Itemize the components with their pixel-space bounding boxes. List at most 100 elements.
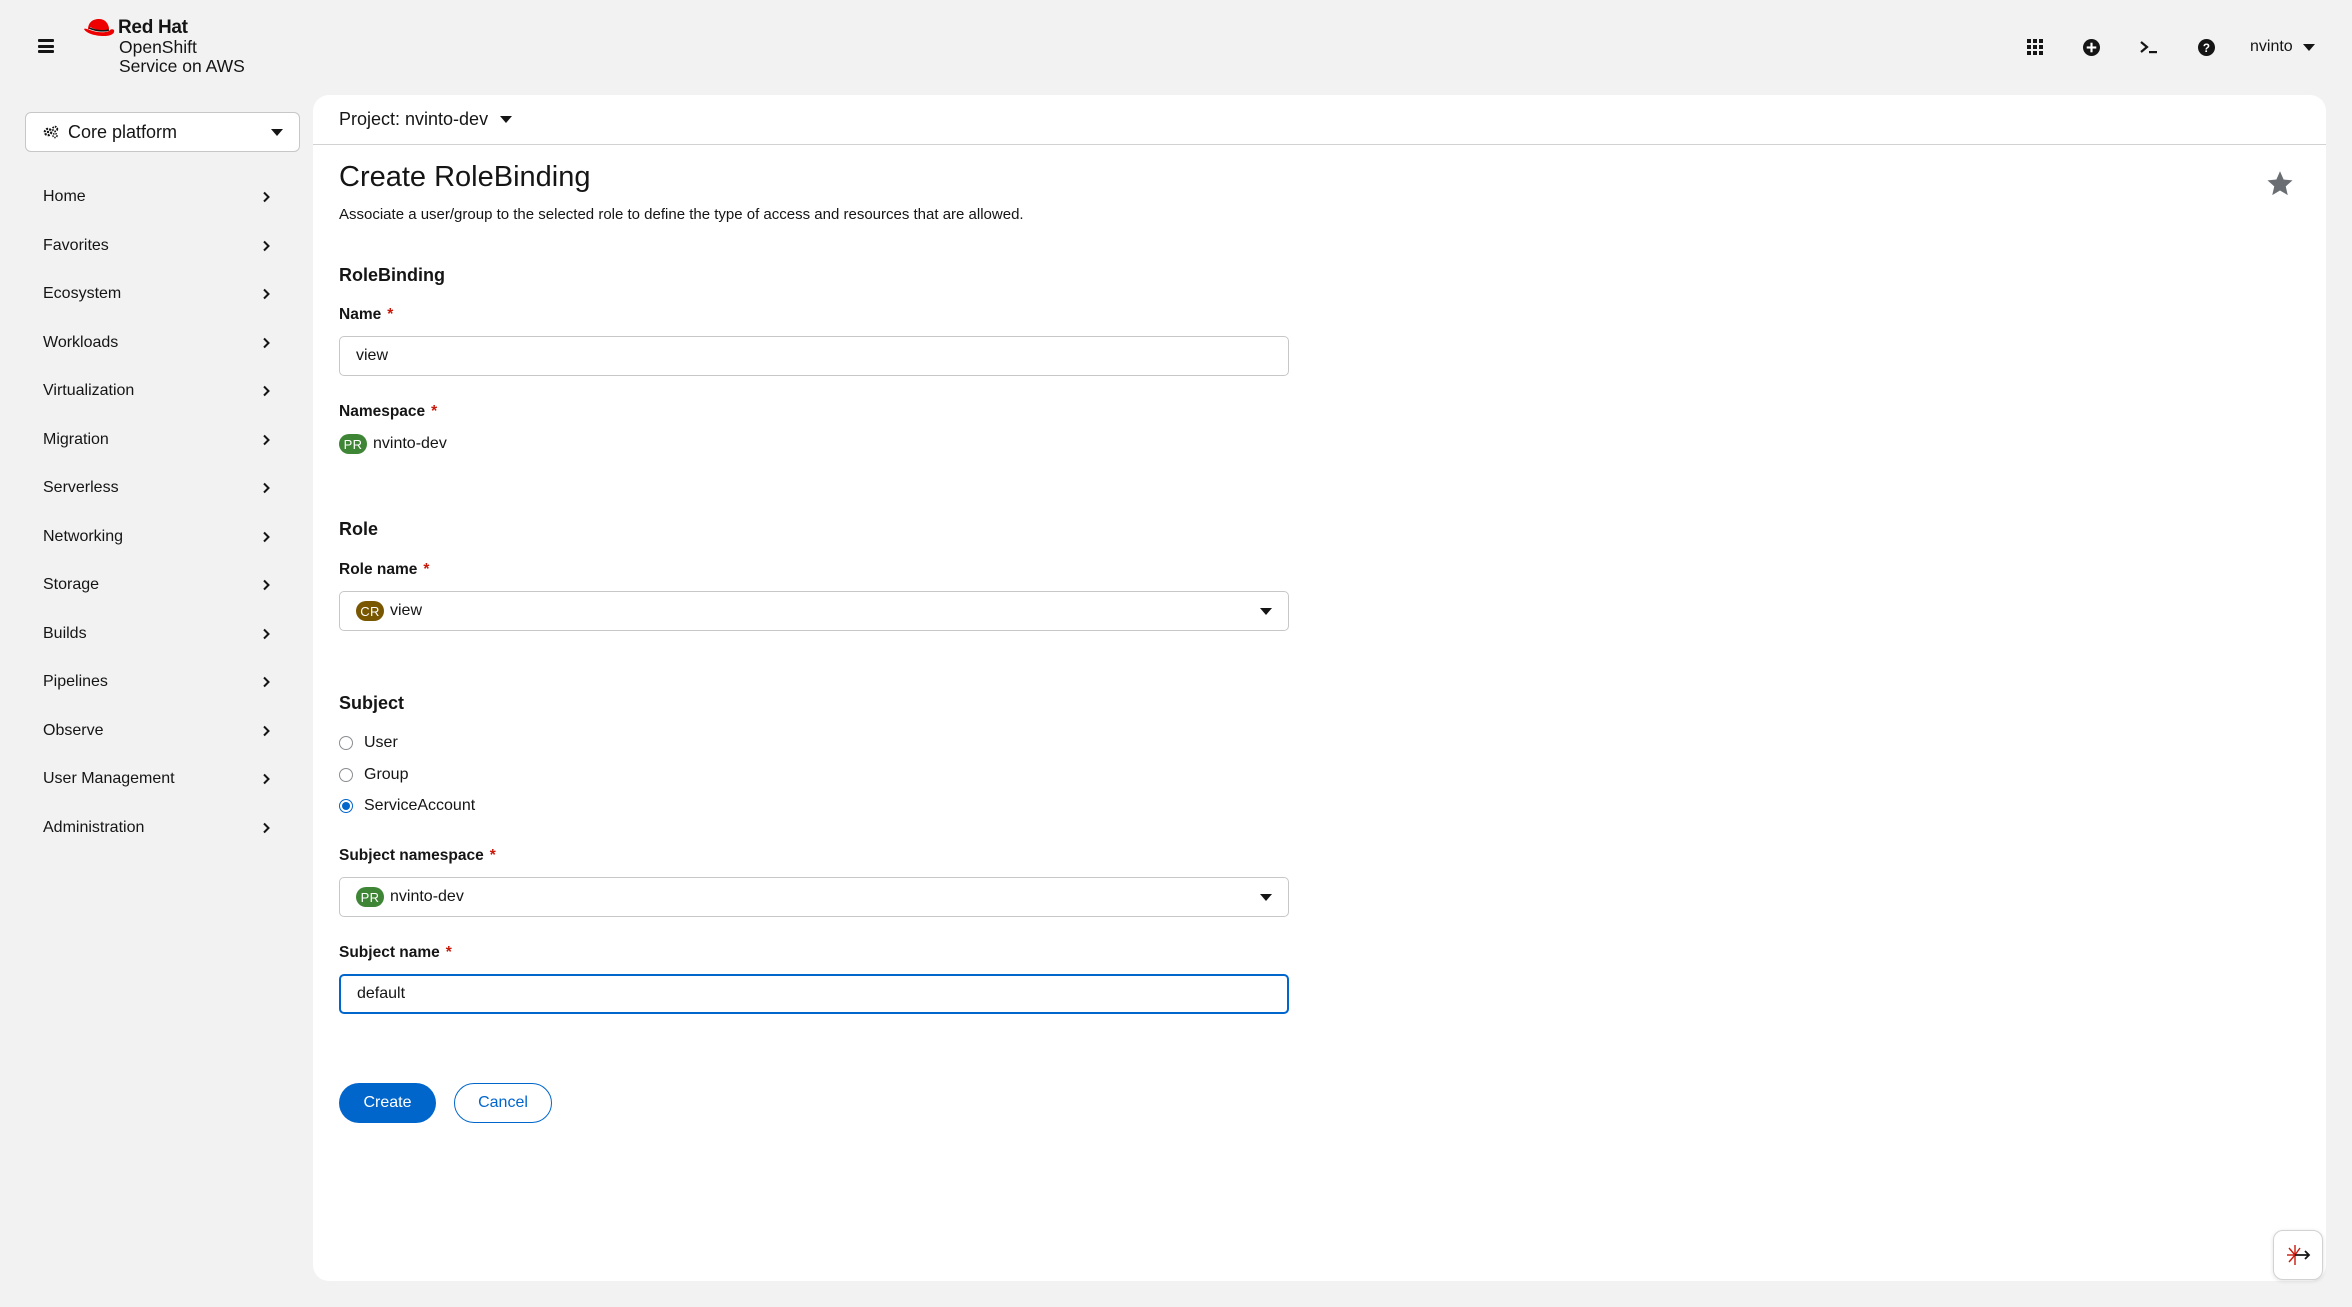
sidebar-nav: Home Favorites Ecosystem Workloads Virtualiz… [25,173,290,852]
namespace-value: PR nvinto-dev [339,434,447,454]
sidebar-item-builds[interactable]: Builds [25,610,290,659]
sidebar-item-label: Networking [43,527,124,545]
hamburger-menu-icon[interactable] [36,36,56,56]
main-content: Project: nvinto-dev Create RoleBinding A… [313,95,2326,1281]
sidebar-item-storage[interactable]: Storage [25,561,290,610]
name-field[interactable] [339,336,1289,376]
subject-heading: Subject [339,693,405,713]
chevron-right-icon [263,725,270,736]
page-description: Associate a user/group to the selected r… [339,206,1024,223]
sidebar-item-migration[interactable]: Migration [25,416,290,465]
sidebar-item-networking[interactable]: Networking [25,513,290,562]
user-menu[interactable]: nvinto [2250,34,2315,60]
radio-button[interactable] [339,799,353,813]
chevron-right-icon [263,240,270,251]
subject-namespace-select[interactable]: PR nvinto-dev [339,877,1289,917]
radio-button[interactable] [339,768,353,782]
chevron-right-icon [263,289,270,300]
radio-button[interactable] [339,736,353,750]
role-name-label: Role name * [339,561,429,579]
burst-arrow-icon [2287,1245,2311,1265]
required-mark: * [445,944,452,961]
cogs-icon [43,125,59,139]
chevron-right-icon [263,337,270,348]
required-mark: * [431,403,438,420]
chevron-right-icon [263,531,270,542]
subject-radio-user[interactable]: User [339,734,398,752]
namespace-text: nvinto-dev [373,435,447,452]
project-badge: PR [339,434,367,454]
masthead: Red Hat OpenShift Service on AWS ? nvint… [0,0,2352,96]
rolebinding-heading: RoleBinding [339,265,445,285]
sidebar-item-label: Migration [43,430,109,448]
required-mark: * [387,306,394,323]
required-mark: * [423,561,430,578]
role-name-select[interactable]: CR view [339,591,1289,631]
plus-circle-icon[interactable] [2078,34,2104,60]
role-heading: Role [339,519,379,539]
perspective-switcher[interactable]: Core platform [25,112,300,152]
sidebar-item-ecosystem[interactable]: Ecosystem [25,270,290,319]
caret-down-icon [2302,43,2315,51]
sidebar-item-label: Home [43,188,86,206]
chevron-right-icon [263,192,270,203]
quick-start-launcher-button[interactable] [2273,1230,2323,1280]
role-name-label-text: Role name [339,561,418,578]
name-label: Name * [339,306,393,324]
svg-text:?: ? [2202,41,2209,54]
chevron-right-icon [263,434,270,445]
sidebar-item-workloads[interactable]: Workloads [25,319,290,368]
chevron-right-icon [263,677,270,688]
brand-product: OpenShift Service on AWS [119,38,245,76]
project-selector[interactable]: Project: nvinto-dev [339,109,513,130]
cluster-role-badge: CR [356,601,384,621]
create-button[interactable]: Create [339,1083,436,1123]
radio-label: ServiceAccount [364,797,476,814]
sidebar-item-administration[interactable]: Administration [25,804,290,853]
subject-name-field[interactable] [339,974,1289,1014]
apps-grid-icon[interactable] [2022,34,2048,60]
brand-product-line1: OpenShift [119,37,197,57]
sidebar-item-label: Serverless [43,479,119,497]
project-label: Project: nvinto-dev [339,109,489,129]
sidebar-item-user-management[interactable]: User Management [25,755,290,804]
sidebar-item-serverless[interactable]: Serverless [25,464,290,513]
caret-down-icon [1260,893,1272,901]
subject-name-label: Subject name * [339,944,452,962]
subject-radio-serviceaccount[interactable]: ServiceAccount [339,797,475,815]
caret-down-icon [271,128,283,136]
subject-namespace-value: nvinto-dev [390,888,464,905]
sidebar-item-observe[interactable]: Observe [25,707,290,756]
help-icon[interactable]: ? [2193,34,2219,60]
star-favorite-icon[interactable] [2265,169,2295,199]
sidebar-item-virtualization[interactable]: Virtualization [25,367,290,416]
sidebar-item-label: Pipelines [43,673,108,691]
perspective-label: Core platform [68,121,178,142]
sidebar-item-favorites[interactable]: Favorites [25,222,290,271]
caret-down-icon [1260,607,1272,615]
required-mark: * [489,847,496,864]
red-hat-logo-icon [84,19,115,36]
chevron-right-icon [263,774,270,785]
subject-namespace-label-text: Subject namespace [339,847,484,864]
project-bar: Project: nvinto-dev [313,95,2326,145]
sidebar-item-pipelines[interactable]: Pipelines [25,658,290,707]
sidebar-item-label: Storage [43,576,100,594]
chevron-right-icon [263,483,270,494]
subject-radio-group[interactable]: Group [339,766,408,784]
brand-company: Red Hat [118,17,188,38]
sidebar-item-label: Observe [43,721,104,739]
namespace-label-text: Namespace [339,403,426,420]
chevron-right-icon [263,386,270,397]
namespace-label: Namespace * [339,403,437,421]
cancel-button[interactable]: Cancel [454,1083,552,1123]
chevron-right-icon [263,822,270,833]
chevron-right-icon [263,628,270,639]
radio-label: Group [364,766,409,783]
terminal-icon[interactable] [2136,34,2162,60]
user-name: nvinto [2250,38,2293,55]
sidebar-item-home[interactable]: Home [25,173,290,222]
project-badge: PR [356,887,384,907]
sidebar-item-label: Favorites [43,236,109,254]
subject-namespace-label: Subject namespace * [339,847,496,865]
